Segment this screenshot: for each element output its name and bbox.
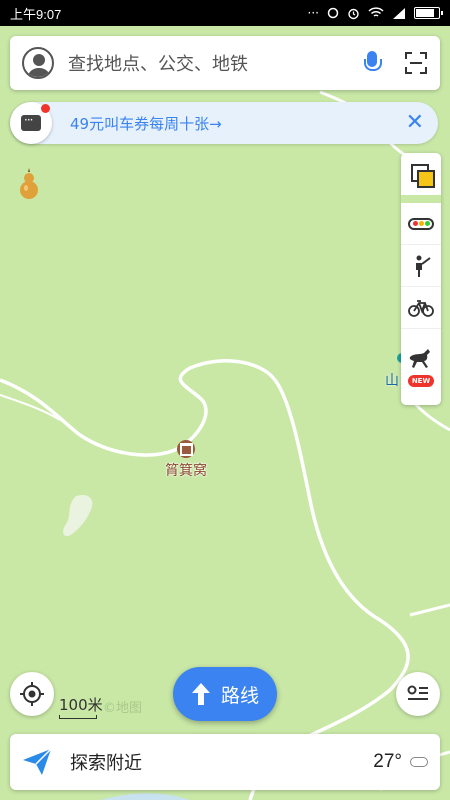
wifi-icon xyxy=(368,7,384,17)
poi-marker[interactable]: 筲箕窝 xyxy=(160,440,212,480)
search-bar[interactable]: 查找地点、公交、地铁 xyxy=(10,36,440,90)
clock: 上午9:07 xyxy=(10,6,62,22)
route-button[interactable]: 路线 xyxy=(173,667,277,721)
scale-label: 100米 xyxy=(59,696,103,714)
horse-button[interactable]: NEW xyxy=(401,329,441,405)
list-button[interactable] xyxy=(396,672,440,716)
map-scale: 100米 xyxy=(59,694,103,719)
layers-icon xyxy=(411,164,435,188)
new-badge: NEW xyxy=(407,375,435,387)
data-saver-icon xyxy=(327,7,339,19)
bike-icon xyxy=(408,299,434,317)
locate-button[interactable] xyxy=(10,672,54,716)
layers-button[interactable] xyxy=(401,153,441,195)
horse-icon xyxy=(409,349,430,368)
map-toolbar: NEW xyxy=(401,153,441,405)
map-watermark: ©地图 xyxy=(103,701,143,716)
toolbar-gap xyxy=(401,195,441,203)
landmark-icon xyxy=(177,440,195,458)
search-input[interactable]: 查找地点、公交、地铁 xyxy=(68,50,360,76)
paper-plane-icon xyxy=(23,748,52,775)
temperature: 27° xyxy=(373,751,402,772)
traffic-button[interactable] xyxy=(401,203,441,245)
map-edge-label: 山 xyxy=(385,373,399,389)
unread-dot xyxy=(41,104,50,113)
scale-bar xyxy=(59,715,97,719)
status-bar: 上午9:07 ··· xyxy=(0,0,450,26)
signal-icon xyxy=(393,8,405,19)
notification-dots: ··· xyxy=(307,6,319,20)
explore-nearby-label: 探索附近 xyxy=(70,753,142,774)
gourd-icon[interactable] xyxy=(18,168,40,200)
explore-nearby-bar[interactable]: 探索附近 27° xyxy=(10,734,440,790)
crosshair-icon xyxy=(20,682,44,706)
traffic-icon xyxy=(408,217,434,230)
promo-text[interactable]: 49元叫车券每周十张→ xyxy=(70,113,406,134)
user-avatar-icon[interactable] xyxy=(22,47,54,79)
list-icon xyxy=(407,685,428,700)
close-icon[interactable]: ✕ xyxy=(406,112,424,134)
message-icon xyxy=(21,113,41,131)
battery-icon xyxy=(414,7,443,19)
bike-button[interactable] xyxy=(401,287,441,329)
cloud-icon xyxy=(410,757,428,767)
route-label: 路线 xyxy=(220,684,259,707)
message-button[interactable] xyxy=(10,102,52,144)
panorama-icon xyxy=(416,255,431,277)
poi-label: 筲箕窝 xyxy=(165,463,207,479)
microphone-icon[interactable] xyxy=(360,49,384,77)
alarm-icon xyxy=(348,8,359,19)
panorama-button[interactable] xyxy=(401,245,441,287)
promo-banner[interactable]: 49元叫车券每周十张→ ✕ xyxy=(10,102,438,144)
route-arrow-icon xyxy=(191,683,210,705)
status-icons: ··· xyxy=(307,6,443,20)
scan-icon[interactable] xyxy=(404,51,428,75)
